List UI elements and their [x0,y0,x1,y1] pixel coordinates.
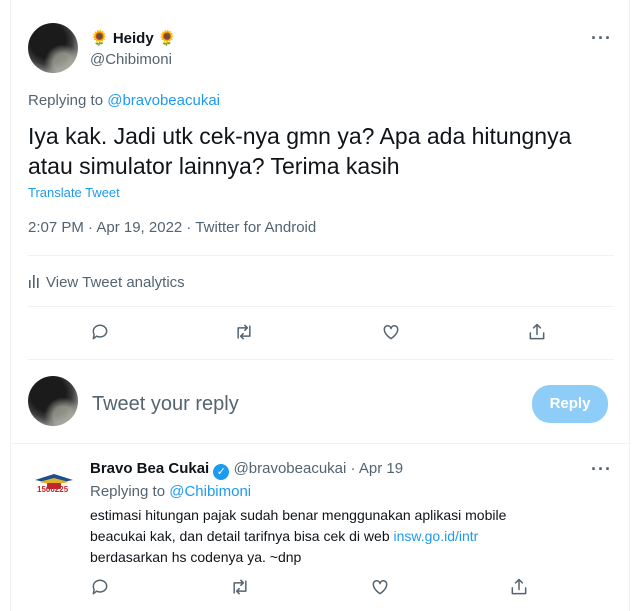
analytics-label: View Tweet analytics [46,274,185,291]
divider [28,255,614,256]
reply-text-line: beacukai kak, dan detail tarifnya bisa c… [90,526,610,547]
tweet-text: Iya kak. Jadi utk cek-nya gmn ya? Apa ad… [28,123,572,179]
verified-badge-icon: ✓ [213,464,230,480]
avatar[interactable] [28,23,78,73]
replying-to: Replying to @Chibimoni [90,483,251,500]
tweet-date[interactable]: Apr 19 [359,460,403,477]
retweet-icon [237,324,251,340]
display-name[interactable]: 🌻 Heidy 🌻 [90,29,177,47]
share-button[interactable] [527,322,547,347]
tweet-thread: 🌻 Heidy 🌻 @Chibimoni ··· Replying to @br… [10,0,631,611]
replying-prefix: Replying to [28,92,104,109]
reply-icon [92,324,108,340]
insw-link[interactable]: insw.go.id/intr [394,528,479,544]
reply-icon [92,579,108,595]
reply-button[interactable] [90,322,110,347]
reply-text-line: estimasi hitungan pajak sudah benar meng… [90,507,507,523]
tweet-meta: 2:07 PM · Apr 19, 2022 · Twitter for And… [28,219,317,236]
translate-tweet-link[interactable]: Translate Tweet [28,185,120,200]
more-icon[interactable]: ··· [591,459,612,480]
user-handle[interactable]: @bravobeacukai [234,460,347,477]
replying-handle-link[interactable]: @Chibimoni [169,483,251,500]
share-button[interactable] [509,577,529,602]
account-logo[interactable]: 1500225 [33,472,75,511]
reply-submit-button[interactable]: Reply [532,385,608,423]
more-icon[interactable]: ··· [591,28,612,49]
replying-handle-link[interactable]: @bravobeacukai [107,92,220,109]
separator: · [350,460,356,477]
like-icon [383,324,399,340]
like-icon [372,579,388,595]
reply-text: estimasi hitungan pajak sudah benar meng… [90,505,610,568]
reply-button[interactable] [90,577,110,602]
share-icon [511,578,527,595]
retweet-button[interactable] [230,577,250,602]
retweet-button[interactable] [234,322,254,347]
reply-header: Bravo Bea Cukai ✓ @bravobeacukai · Apr 1… [90,460,403,480]
like-button[interactable] [370,577,390,602]
retweet-icon [233,579,247,595]
divider [28,306,614,307]
divider [28,359,614,360]
reply-text-line: berdasarkan hs codenya ya. ~dnp [90,549,302,565]
reply-text-segment: beacukai kak, dan detail tarifnya bisa c… [90,528,394,544]
share-icon [529,323,545,340]
user-handle[interactable]: @Chibimoni [90,51,172,68]
reply-input[interactable]: Tweet your reply [92,393,239,416]
composer-avatar[interactable] [28,376,78,426]
view-analytics-link[interactable]: View Tweet analytics [28,274,185,291]
logo-text: 1500225 [37,485,69,494]
analytics-icon [29,275,39,288]
display-name[interactable]: Bravo Bea Cukai [90,460,209,477]
replying-to: Replying to @bravobeacukai [28,92,220,109]
like-button[interactable] [381,322,401,347]
divider [11,443,631,444]
replying-prefix: Replying to [90,483,166,500]
